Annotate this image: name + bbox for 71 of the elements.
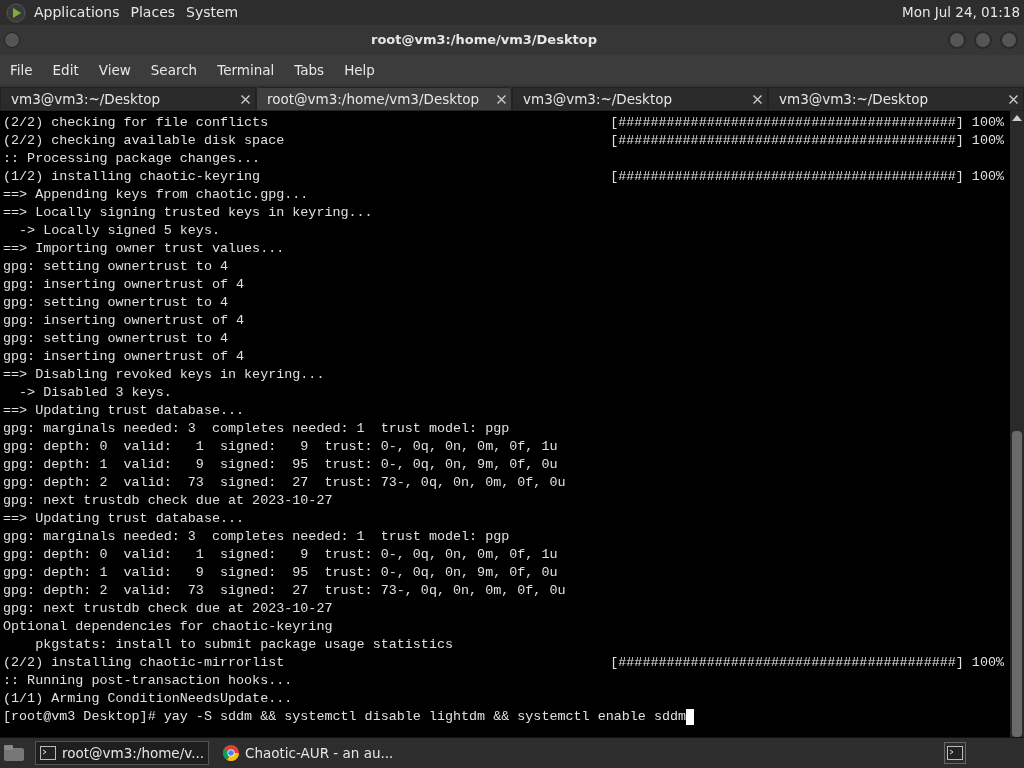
terminal-line: -> Disabled 3 keys. — [18, 384, 172, 402]
terminal-line: (2/2) checking for file conflicts — [3, 114, 269, 132]
panel-menu[interactable]: Places — [130, 2, 176, 23]
terminal-line: ==> Disabling revoked keys in keyring... — [3, 366, 325, 384]
terminal-launcher[interactable] — [944, 742, 966, 764]
text-cursor — [686, 709, 695, 725]
clock: Mon Jul 24, 01:18 — [902, 3, 1020, 23]
terminal-line: gpg: depth: 0 valid: 1 signed: 9 trust: 0-, 0q, 0n, 0m, 0f, 1u — [3, 438, 558, 456]
close-icon[interactable] — [1009, 94, 1018, 104]
terminal-line: (2/2) installing chaotic-mirrorlist — [3, 654, 285, 672]
terminal-line: (2/2) checking available disk space — [3, 132, 285, 150]
terminal-line: ==> Importing owner trust values... — [3, 240, 285, 258]
progress-text: [##########################################] 100% — [610, 132, 1004, 150]
terminal-icon — [947, 746, 963, 760]
terminal-line: gpg: marginals needed: 3 completes needed: 1 trust model: pgp — [3, 528, 510, 546]
terminal-line: gpg: setting ownertrust to 4 — [3, 294, 228, 312]
menu-item[interactable]: Edit — [42, 59, 89, 81]
terminal-line: gpg: depth: 2 valid: 73 signed: 27 trust: 73-, 0q, 0n, 0m, 0f, 0u — [3, 474, 566, 492]
tab[interactable]: vm3@vm3:~/Desktop — [512, 87, 768, 111]
terminal-line: gpg: next trustdb check due at 2023-10-27 — [3, 600, 333, 618]
window-menu-button[interactable] — [4, 32, 20, 48]
close-icon[interactable] — [753, 94, 762, 104]
terminal-line: (1/2) installing chaotic-keyring — [3, 168, 261, 186]
terminal-line: pkgstats: install to submit package usage statistics — [34, 636, 453, 654]
terminal-line: gpg: inserting ownertrust of 4 — [3, 276, 245, 294]
terminal-line: gpg: setting ownertrust to 4 — [3, 330, 228, 348]
scrollbar[interactable] — [1010, 111, 1024, 737]
terminal-icon — [40, 746, 56, 760]
close-icon[interactable] — [497, 94, 506, 104]
progress-text: [##########################################] 100% — [610, 114, 1004, 132]
logo-icon — [6, 2, 26, 23]
terminal-line: -> Locally signed 5 keys. — [18, 222, 220, 240]
panel-menu[interactable]: Applications — [34, 2, 120, 23]
terminal-line: gpg: depth: 1 valid: 9 signed: 95 trust: 0-, 0q, 0n, 9m, 0f, 0u — [3, 456, 558, 474]
terminal-line: gpg: marginals needed: 3 completes needed: 1 trust model: pgp — [3, 420, 510, 438]
terminal-line: gpg: next trustdb check due at 2023-10-27 — [3, 492, 333, 510]
menu-item[interactable]: Terminal — [207, 59, 285, 81]
menu-item[interactable]: File — [0, 59, 43, 81]
terminal-line: ==> Appending keys from chaotic.gpg... — [3, 186, 309, 204]
scroll-up-icon[interactable] — [1012, 115, 1022, 121]
terminal-line: ==> Updating trust database... — [3, 402, 245, 420]
terminal-line: (1/1) Arming ConditionNeedsUpdate... — [3, 690, 293, 708]
terminal-line: ==> Updating trust database... — [3, 510, 245, 528]
terminal-line: gpg: depth: 0 valid: 1 signed: 9 trust: 0-, 0q, 0n, 0m, 0f, 1u — [3, 546, 558, 564]
browser-icon — [223, 745, 240, 761]
progress-text: [##########################################] 100% — [610, 168, 1004, 186]
window-title: root@vm3:/home/vm3/Desktop — [369, 31, 599, 50]
command-prompt: [root@vm3 Desktop]# yay -S sddm && systemctl disable lightdm && systemctl enable sddm — [3, 708, 687, 726]
menu-item[interactable]: Help — [334, 59, 385, 81]
desktop-icon[interactable] — [3, 744, 25, 762]
tab[interactable]: vm3@vm3:~/Desktop — [0, 87, 256, 111]
terminal-line: gpg: depth: 1 valid: 9 signed: 95 trust: 0-, 0q, 0n, 9m, 0f, 0u — [3, 564, 558, 582]
terminal-line: gpg: depth: 2 valid: 73 signed: 27 trust: 73-, 0q, 0n, 0m, 0f, 0u — [3, 582, 566, 600]
taskbar-button[interactable]: Chaotic-AUR - an au... — [219, 741, 398, 765]
menu-item[interactable]: Search — [140, 59, 208, 81]
panel-menu[interactable]: System — [186, 2, 239, 23]
close-icon[interactable] — [241, 94, 250, 104]
progress-text: [##########################################] 100% — [610, 654, 1004, 672]
terminal-line: gpg: setting ownertrust to 4 — [3, 258, 228, 276]
terminal-line: ==> Locally signing trusted keys in keyring... — [3, 204, 373, 222]
taskbar-button[interactable]: root@vm3:/home/v... — [35, 741, 210, 765]
terminal-line: :: Processing package changes... — [3, 150, 261, 168]
tab[interactable]: root@vm3:/home/vm3/Desktop — [256, 87, 512, 111]
scrollbar-thumb[interactable] — [1012, 431, 1022, 737]
menu-item[interactable]: View — [88, 59, 141, 81]
terminal-line: gpg: inserting ownertrust of 4 — [3, 312, 245, 330]
terminal-line: gpg: inserting ownertrust of 4 — [3, 348, 245, 366]
tab[interactable]: vm3@vm3:~/Desktop — [768, 87, 1024, 111]
terminal-line: Optional dependencies for chaotic-keyring — [3, 618, 333, 636]
menu-item[interactable]: Tabs — [284, 59, 335, 81]
terminal-line: :: Running post-transaction hooks... — [3, 672, 293, 690]
